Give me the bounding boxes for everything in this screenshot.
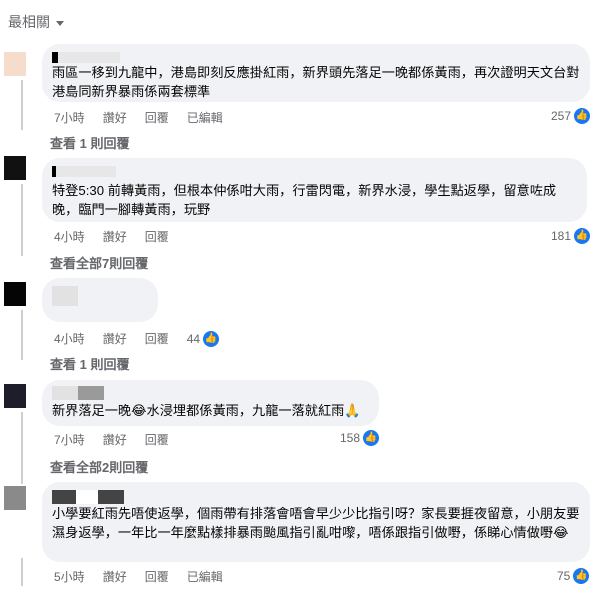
- comment-actions: 5小時 讚好 回覆 已編輯: [54, 568, 223, 585]
- thread-line: [21, 412, 23, 484]
- like-thumb-icon: 👍: [574, 108, 591, 124]
- reaction-count[interactable]: 44 👍: [186, 330, 220, 347]
- timestamp[interactable]: 5小時: [54, 568, 85, 585]
- comment-text: 新界落足一晚😂水浸埋都係黃雨，九龍一落就紅雨🙏: [52, 403, 361, 418]
- reaction-number: 44: [186, 331, 201, 346]
- author-name[interactable]: [52, 286, 78, 311]
- comment-actions: 7小時 讚好 回覆 已編輯: [54, 109, 223, 126]
- thread-line: [21, 310, 23, 360]
- like-button[interactable]: 讚好: [103, 431, 127, 448]
- like-button[interactable]: 讚好: [103, 109, 127, 126]
- comment-bubble: 雨區一移到九龍中，港島即刻反應掛紅雨，新界頭先落足一晚都係黃雨，再次證明天文台對…: [42, 44, 590, 102]
- view-replies-link[interactable]: 查看 1 則回覆: [50, 354, 129, 373]
- like-button[interactable]: 讚好: [103, 228, 127, 245]
- chevron-down-icon: [56, 20, 64, 26]
- avatar[interactable]: [4, 486, 26, 510]
- thread-line: [21, 184, 23, 256]
- thread-line: [21, 80, 23, 130]
- like-button[interactable]: 讚好: [103, 330, 127, 347]
- reply-button[interactable]: 回覆: [145, 431, 169, 448]
- comment-text: 雨區一移到九龍中，港島即刻反應掛紅雨，新界頭先落足一晚都係黃雨，再次證明天文台對…: [52, 65, 580, 99]
- reply-button[interactable]: 回覆: [145, 228, 169, 245]
- timestamp[interactable]: 7小時: [54, 109, 85, 126]
- comment-actions: 4小時 讚好 回覆: [54, 228, 169, 245]
- comment-text: 特登5:30 前轉黃雨，但根本仲係咁大雨，行雷閃電，新界水浸，學生點返學，留意咗…: [52, 183, 557, 217]
- thread-line: [21, 558, 23, 586]
- view-replies-link[interactable]: 查看全部7則回覆: [50, 253, 148, 272]
- reaction-count[interactable]: 158 👍: [340, 430, 380, 446]
- avatar[interactable]: [4, 156, 26, 180]
- edited-label: 已編輯: [186, 570, 223, 584]
- reaction-number: 75: [557, 569, 571, 583]
- comment-actions: 7小時 讚好 回覆: [54, 431, 169, 448]
- avatar[interactable]: [4, 282, 26, 306]
- comment-text: 小學要紅雨先唔使返學，個雨帶有排落會唔會早少少比指引呀？家長要捱夜留意，小朋友要…: [52, 506, 580, 540]
- comment-actions: 4小時 讚好 回覆 44 👍: [54, 330, 220, 347]
- like-thumb-icon: 👍: [574, 228, 591, 244]
- avatar[interactable]: [4, 52, 26, 76]
- reaction-number: 181: [551, 229, 572, 243]
- timestamp[interactable]: 4小時: [54, 330, 85, 347]
- like-thumb-icon: 👍: [203, 330, 220, 347]
- reply-button[interactable]: 回覆: [145, 330, 169, 347]
- reply-button[interactable]: 回覆: [145, 568, 169, 585]
- sort-label: 最相關: [8, 14, 50, 30]
- reaction-count[interactable]: 181 👍: [551, 228, 591, 244]
- timestamp[interactable]: 4小時: [54, 228, 85, 245]
- like-thumb-icon: 👍: [363, 430, 380, 446]
- reaction-count[interactable]: 75 👍: [557, 568, 590, 584]
- like-thumb-icon: 👍: [573, 568, 590, 584]
- edited-label: 已編輯: [186, 111, 223, 125]
- view-replies-link[interactable]: 查看 1 則回覆: [50, 133, 129, 152]
- avatar[interactable]: [4, 384, 26, 408]
- reply-button[interactable]: 回覆: [145, 109, 169, 126]
- author-name[interactable]: [52, 164, 116, 182]
- like-button[interactable]: 讚好: [103, 568, 127, 585]
- timestamp[interactable]: 7小時: [54, 431, 85, 448]
- reaction-count[interactable]: 257 👍: [551, 108, 591, 124]
- reaction-number: 158: [340, 431, 361, 445]
- reaction-number: 257: [551, 109, 572, 123]
- comment-bubble: 新界落足一晚😂水浸埋都係黃雨，九龍一落就紅雨🙏: [42, 380, 379, 426]
- view-replies-link[interactable]: 查看全部2則回覆: [50, 457, 148, 476]
- comment-bubble: [42, 278, 158, 322]
- sort-dropdown[interactable]: 最相關: [8, 12, 64, 32]
- comment-bubble: 小學要紅雨先唔使返學，個雨帶有排落會唔會早少少比指引呀？家長要捱夜留意，小朋友要…: [42, 482, 590, 562]
- comment-bubble: 特登5:30 前轉黃雨，但根本仲係咁大雨，行雷閃電，新界水浸，學生點返學，留意咗…: [42, 158, 587, 222]
